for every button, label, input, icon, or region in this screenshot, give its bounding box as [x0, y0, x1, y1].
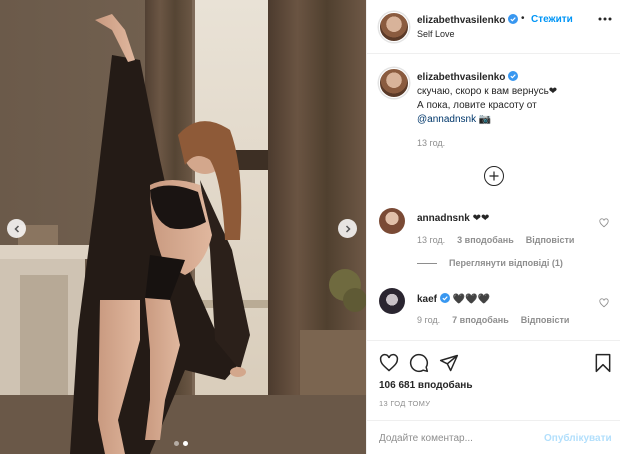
comment-like-heart-icon[interactable] — [599, 218, 609, 228]
comment-meta: 13 год. 3 вподобань Відповісти — [417, 235, 574, 245]
share-paper-plane-icon[interactable] — [439, 353, 459, 373]
post-location[interactable]: Self Love — [417, 29, 455, 39]
post-side-panel: elizabethvasilenko • Стежити Self Love e… — [366, 0, 620, 454]
post-action-bar — [367, 340, 620, 384]
caption-trailing-emoji: 📷 — [476, 114, 492, 125]
author-avatar[interactable] — [379, 12, 409, 42]
caption-line-2: А пока, ловите красоту от — [417, 100, 537, 111]
dancer-photo-image — [0, 0, 366, 454]
plus-icon — [489, 171, 499, 181]
likes-count[interactable]: 106 681 вподобань — [379, 380, 472, 391]
caption-text: elizabethvasilenko скучаю, скоро к вам в… — [417, 71, 617, 127]
slide-dot-active — [183, 441, 188, 446]
comment-likes[interactable]: 7 вподобань — [452, 315, 509, 325]
follow-button[interactable]: Стежити — [531, 14, 573, 25]
comment-time[interactable]: 9 год. — [417, 315, 440, 325]
view-replies-button[interactable]: Переглянути відповіді (1) — [417, 258, 563, 268]
author-username[interactable]: elizabethvasilenko — [417, 14, 519, 26]
caption-timestamp[interactable]: 13 год. — [417, 138, 445, 148]
caption-author-avatar[interactable] — [379, 68, 409, 98]
publish-comment-button[interactable]: Опублікувати — [544, 433, 612, 444]
more-options-icon[interactable] — [598, 17, 612, 21]
verified-badge-icon — [508, 14, 519, 24]
comment-input[interactable] — [379, 429, 539, 447]
comment-meta: 9 год. 7 вподобань Відповісти — [417, 315, 569, 325]
header-separator: • — [521, 13, 525, 24]
commenter-avatar[interactable] — [379, 288, 405, 314]
author-username-text[interactable]: elizabethvasilenko — [417, 15, 505, 26]
commenter-avatar[interactable] — [379, 208, 405, 234]
verified-badge-icon — [508, 71, 519, 81]
replies-divider-line — [417, 262, 437, 264]
comment-text: ❤❤ — [469, 213, 490, 224]
commenter-username[interactable]: annadnsnk — [417, 213, 470, 224]
like-heart-icon[interactable] — [379, 353, 399, 373]
post-photo[interactable] — [0, 0, 366, 454]
save-bookmark-icon[interactable] — [593, 353, 613, 373]
post-header: elizabethvasilenko • Стежити Self Love — [367, 0, 620, 54]
comment-body: kaef 🖤🖤🖤 — [417, 293, 490, 305]
view-replies-label[interactable]: Переглянути відповіді (1) — [449, 258, 563, 268]
comment-bubble-icon[interactable] — [409, 353, 429, 373]
next-slide-button[interactable] — [338, 219, 357, 238]
caption-mention-link[interactable]: @annadnsnk — [417, 114, 476, 125]
previous-slide-button[interactable] — [7, 219, 26, 238]
reply-button[interactable]: Відповісти — [521, 315, 570, 325]
slide-dot — [174, 441, 179, 446]
caption-username[interactable]: elizabethvasilenko — [417, 72, 505, 83]
comment-time[interactable]: 13 год. — [417, 235, 445, 245]
comment-body: annadnsnk ❤❤ — [417, 213, 489, 224]
comment-like-heart-icon[interactable] — [599, 298, 609, 308]
slide-indicator — [174, 441, 188, 446]
caption-line-1: скучаю, скоро к вам вернусь❤ — [417, 86, 558, 97]
reply-button[interactable]: Відповісти — [526, 235, 575, 245]
chevron-left-icon — [13, 224, 19, 233]
load-more-comments-button[interactable] — [484, 166, 504, 186]
commenter-username[interactable]: kaef — [417, 294, 437, 305]
chevron-right-icon — [345, 224, 351, 233]
post-time-ago[interactable]: 13 ГОД ТОМУ — [379, 399, 430, 408]
verified-badge-icon — [440, 293, 451, 303]
comment-likes[interactable]: 3 вподобань — [457, 235, 514, 245]
add-comment-bar: Опублікувати — [367, 420, 620, 454]
comment-text: 🖤🖤🖤 — [450, 294, 491, 305]
